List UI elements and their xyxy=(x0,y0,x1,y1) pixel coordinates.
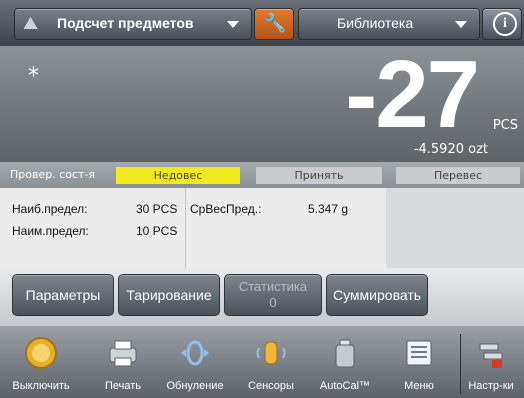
application-selector[interactable]: ⛰ Подсчет предметов xyxy=(14,8,252,40)
hand-sensor-icon xyxy=(256,341,286,365)
zero-label: Обнуление xyxy=(166,380,224,392)
statistics-button[interactable]: Статистика 0 xyxy=(224,274,322,316)
under-segment: Недовес xyxy=(116,167,240,184)
autocal-button[interactable]: AutoCal™ xyxy=(310,326,380,398)
settings-button[interactable]: Настр-ки xyxy=(458,326,524,398)
over-segment: Перевес xyxy=(396,167,520,184)
info-button[interactable]: i xyxy=(482,8,522,40)
main-count-value: -27 xyxy=(345,41,480,148)
softkey-row: Параметры Тарирование Статистика 0 Сумми… xyxy=(0,268,524,326)
power-off-button[interactable]: Выключить xyxy=(6,326,76,398)
apw-label: СрВесПред.: xyxy=(190,202,262,216)
accept-segment: Принять xyxy=(256,167,382,184)
bottom-nav-bar: Выключить Печать Обнуление Сенсоры AutoC… xyxy=(0,326,524,398)
statistics-count: 0 xyxy=(269,295,277,310)
min-limit-value: 10 PCS xyxy=(136,224,178,238)
library-selector[interactable]: Библиотека xyxy=(298,8,480,40)
menu-label: Меню xyxy=(404,380,434,392)
weight-display: * -27 PCS -4.5920 ozt xyxy=(0,41,524,162)
panel-divider xyxy=(185,188,186,268)
settings-icon xyxy=(479,343,503,368)
max-limit-value: 30 PCS xyxy=(136,202,178,216)
min-limit-label: Наим.предел: xyxy=(12,224,89,238)
check-status-bar: Провер. сост-я Недовес Принять Перевес xyxy=(0,162,524,188)
accumulate-button[interactable]: Суммировать xyxy=(326,274,428,316)
empty-panel-area xyxy=(386,188,524,268)
library-label: Библиотека xyxy=(337,15,414,31)
calibration-weight-icon xyxy=(335,339,355,368)
tare-button[interactable]: Тарирование xyxy=(118,274,220,316)
app-setup-button[interactable]: 🔧 xyxy=(254,8,294,40)
menu-button[interactable]: Меню xyxy=(384,326,454,398)
secondary-weight-value: -4.5920 ozt xyxy=(413,142,488,157)
settings-label: Настр-ки xyxy=(468,380,514,392)
printer-icon xyxy=(109,340,137,367)
count-unit: PCS xyxy=(492,118,518,133)
app-logo-icon: ⛰ xyxy=(23,13,39,34)
sensors-label: Сенсоры xyxy=(248,380,294,392)
wrench-icon: 🔧 xyxy=(264,13,287,34)
apw-value: 5.347 g xyxy=(308,202,349,216)
power-off-label: Выключить xyxy=(12,380,70,392)
application-title: Подсчет предметов xyxy=(57,15,194,31)
max-limit-label: Наиб.предел: xyxy=(12,202,88,216)
parameters-button[interactable]: Параметры xyxy=(12,274,114,316)
limits-panel: Наиб.предел: 30 PCS Наим.предел: 10 PCS … xyxy=(0,188,524,269)
chevron-down-icon xyxy=(455,21,467,28)
statistics-label: Статистика xyxy=(238,279,308,294)
print-label: Печать xyxy=(104,380,142,392)
autocal-label: AutoCal™ xyxy=(319,380,371,392)
sensors-button[interactable]: Сенсоры xyxy=(236,326,306,398)
menu-icon xyxy=(406,340,432,366)
power-icon xyxy=(25,337,57,369)
chevron-down-icon xyxy=(227,21,239,28)
check-status-label: Провер. сост-я xyxy=(10,168,96,181)
info-icon: i xyxy=(493,12,517,36)
stability-indicator: * xyxy=(28,64,39,89)
zero-icon xyxy=(181,340,209,366)
print-button[interactable]: Печать xyxy=(88,326,158,398)
zero-button[interactable]: Обнуление xyxy=(160,326,230,398)
